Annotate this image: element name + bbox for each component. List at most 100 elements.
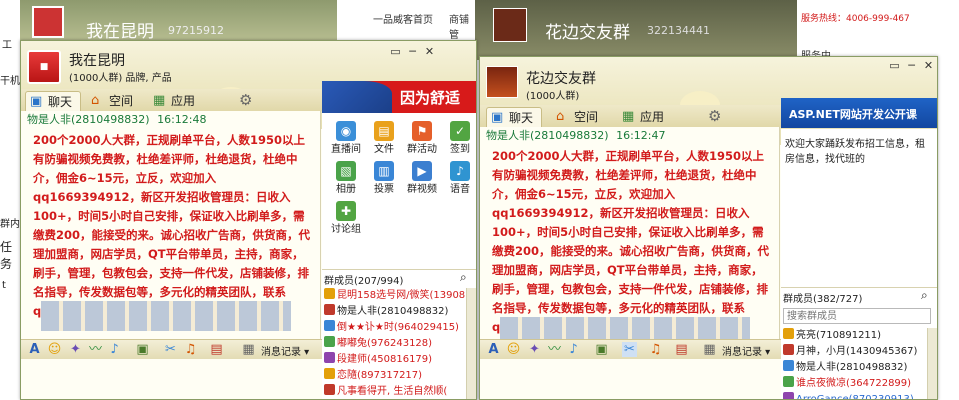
- skin-button[interactable]: ▭: [886, 59, 903, 72]
- nav-link-shop[interactable]: 商铺管: [449, 11, 475, 41]
- skin-button[interactable]: ▭: [387, 45, 404, 58]
- minimize-button[interactable]: ─: [404, 45, 421, 58]
- font-icon[interactable]: A: [486, 342, 501, 357]
- history-label: 消息记录: [722, 347, 762, 358]
- member-row[interactable]: 谁点夜微凉(364722899): [783, 376, 911, 392]
- message-body: 200个2000人大群，正规刷单平台，人数1950以上有防骗视频免费教，杜绝差评…: [33, 133, 311, 318]
- app-flag[interactable]: ⚑ 群活动: [402, 121, 442, 156]
- music-icon[interactable]: ♫: [183, 342, 198, 357]
- ad-banner[interactable]: 因为舒适: [322, 81, 476, 113]
- member-name: 物是人非(2810498832): [796, 362, 908, 373]
- member-avatar: [324, 352, 335, 363]
- settings-gear-icon[interactable]: ⚙: [708, 107, 721, 125]
- member-search-input[interactable]: [783, 308, 931, 324]
- history-button[interactable]: 消息记录 ▾: [722, 343, 770, 358]
- emoji-icon[interactable]: ☺: [506, 342, 521, 357]
- font-icon[interactable]: A: [27, 342, 42, 357]
- house-icon: ⌂: [556, 109, 565, 124]
- member-avatar: [783, 392, 794, 399]
- tab-apps[interactable]: ▦ 应用: [618, 107, 674, 127]
- image-icon[interactable]: ▣: [135, 342, 150, 357]
- message-header: 物是人非(2810498832) 16:12:48: [21, 111, 320, 127]
- member-row[interactable]: 物是人非(2810498832): [324, 304, 448, 320]
- window-controls: ▭ ─ ✕: [387, 45, 438, 58]
- member-scrollbar[interactable]: [466, 288, 476, 399]
- magic-icon[interactable]: ✦: [68, 342, 83, 357]
- member-row[interactable]: 恋隨(897317217): [324, 368, 422, 384]
- edge-text: 任务: [0, 240, 13, 271]
- tab-chat[interactable]: ▣ 聊天: [486, 107, 542, 127]
- ad-banner[interactable]: ASP.NET网站开发公开课: [781, 98, 937, 128]
- shake-icon[interactable]: 〰: [547, 342, 562, 357]
- group-avatar[interactable]: ■: [27, 50, 61, 84]
- member-name: 凡事看得开, 生活自然顺(: [337, 386, 448, 397]
- left-chat-window: ▭ ─ ✕ ■ 我在昆明 (1000人群) 品牌, 产品 ▣ 聊天 ⌂ 空间 ▦ 应…: [20, 40, 477, 400]
- emoji-icon[interactable]: ☺: [47, 342, 62, 357]
- close-button[interactable]: ✕: [421, 45, 438, 58]
- member-name: 亮亮(710891211): [796, 330, 882, 341]
- tab-label: 空间: [109, 94, 134, 108]
- input-toolbar: A ☺ ✦ 〰 ♪ ▣ ✂ ♫ ▤ ▦ 消息记录 ▾: [480, 339, 781, 359]
- background-browser: 一品威客首页 商铺管: [337, 0, 475, 44]
- close-button[interactable]: ✕: [920, 59, 937, 72]
- app-checkin[interactable]: ✓ 签到: [440, 121, 476, 156]
- tab-apps[interactable]: ▦ 应用: [149, 91, 205, 111]
- voice-icon[interactable]: ♪: [566, 342, 581, 357]
- image-icon[interactable]: ▣: [594, 342, 609, 357]
- tab-label: 聊天: [48, 95, 73, 109]
- message-sender[interactable]: 物是人非(2810498832): [486, 129, 609, 142]
- background-right-number: 322134441: [647, 24, 710, 37]
- chat-icon: ▣: [30, 94, 43, 109]
- member-scrollbar[interactable]: [927, 328, 937, 399]
- search-icon[interactable]: ⌕: [921, 288, 928, 303]
- member-name: 月神，小月(1430945367): [796, 346, 918, 357]
- member-row[interactable]: 昆明158选号网/微笑(13908: [324, 288, 465, 304]
- search-icon[interactable]: ⌕: [460, 270, 467, 285]
- nav-link-home[interactable]: 一品威客首页: [373, 11, 433, 26]
- member-row[interactable]: 亮亮(710891211): [783, 328, 881, 344]
- member-avatar: [783, 360, 794, 371]
- app-vote[interactable]: ▥ 投票: [364, 161, 404, 196]
- gift-icon[interactable]: ▤: [209, 342, 224, 357]
- member-row[interactable]: 物是人非(2810498832): [783, 360, 907, 376]
- broadcast-icon: ◉: [336, 121, 356, 141]
- member-row[interactable]: 嘟嘟兔(976243128): [324, 336, 432, 352]
- app-voice[interactable]: ♪ 语音: [440, 161, 476, 196]
- member-row[interactable]: 月神，小月(1430945367): [783, 344, 917, 360]
- message-time: 16:12:47: [616, 129, 666, 142]
- message-sender[interactable]: 物是人非(2810498832): [27, 113, 150, 126]
- member-row[interactable]: 段建师(450816179): [324, 352, 432, 368]
- history-button[interactable]: 消息记录 ▾: [261, 343, 309, 358]
- magic-icon[interactable]: ✦: [527, 342, 542, 357]
- app-discussion[interactable]: ✚ 讨论组: [326, 201, 366, 236]
- voice-icon[interactable]: ♪: [107, 342, 122, 357]
- app-video[interactable]: ▶ 群视频: [402, 161, 442, 196]
- member-name: 物是人非(2810498832): [337, 306, 449, 317]
- settings-gear-icon[interactable]: ⚙: [239, 91, 252, 109]
- shoe-image: [322, 81, 392, 113]
- app-label: 群视频: [407, 184, 437, 195]
- member-row[interactable]: 倒★★讣★时(964029415): [324, 320, 459, 336]
- group-subtitle: (1000人群) 品牌, 产品: [69, 73, 172, 84]
- member-row[interactable]: 凡事看得开, 生活自然顺(: [324, 384, 448, 399]
- shake-icon[interactable]: 〰: [88, 342, 103, 357]
- member-row[interactable]: ArroGance(870230913): [783, 392, 914, 399]
- tab-space[interactable]: ⌂ 空间: [552, 107, 608, 127]
- member-avatar: [324, 304, 335, 315]
- app-folder[interactable]: ▤ 文件: [364, 121, 404, 156]
- calendar-icon[interactable]: ▦: [241, 342, 256, 357]
- tab-chat[interactable]: ▣ 聊天: [25, 91, 81, 111]
- member-name: 恋隨(897317217): [337, 370, 423, 381]
- screenshot-icon[interactable]: ✂: [163, 342, 178, 357]
- app-album[interactable]: ▧ 相册: [326, 161, 366, 196]
- history-label: 消息记录: [261, 347, 301, 358]
- screenshot-icon[interactable]: ✂: [622, 342, 637, 357]
- calendar-icon[interactable]: ▦: [702, 342, 717, 357]
- tab-label: 聊天: [509, 111, 534, 125]
- tab-space[interactable]: ⌂ 空间: [87, 91, 143, 111]
- minimize-button[interactable]: ─: [903, 59, 920, 72]
- music-icon[interactable]: ♫: [648, 342, 663, 357]
- group-avatar[interactable]: [486, 66, 518, 98]
- gift-icon[interactable]: ▤: [674, 342, 689, 357]
- app-broadcast[interactable]: ◉ 直播间: [326, 121, 366, 156]
